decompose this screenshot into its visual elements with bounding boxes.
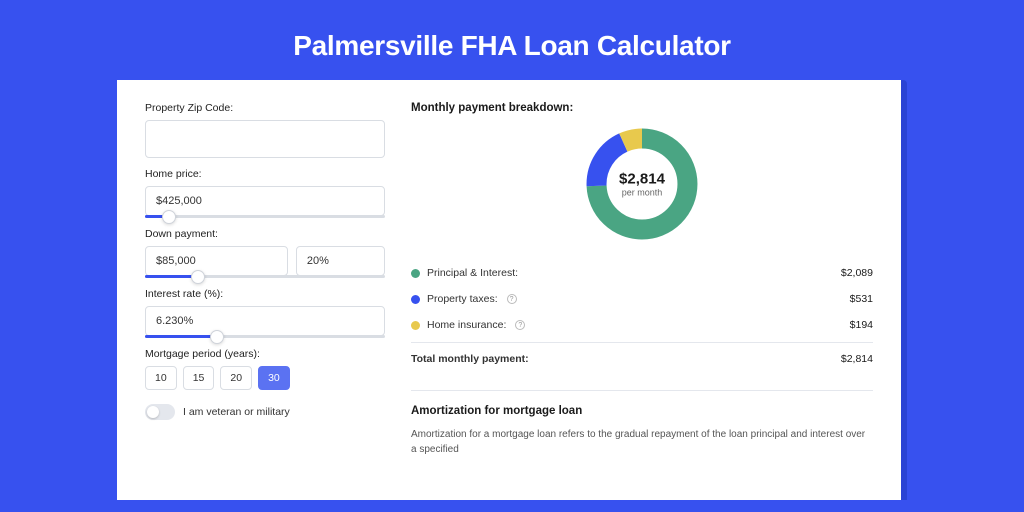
period-buttons: 10 15 20 30 (145, 366, 385, 390)
donut-chart: $2,814 per month (582, 124, 702, 244)
interest-rate-input[interactable] (145, 306, 385, 336)
veteran-toggle[interactable] (145, 404, 175, 420)
period-30-button[interactable]: 30 (258, 366, 290, 390)
slider-thumb[interactable] (210, 330, 224, 344)
donut-amount: $2,814 (619, 171, 665, 188)
legend-value: $2,089 (841, 267, 873, 279)
donut-center: $2,814 per month (619, 171, 665, 198)
donut-sub: per month (619, 188, 665, 198)
home-price-slider[interactable] (145, 215, 385, 218)
period-15-button[interactable]: 15 (183, 366, 215, 390)
legend-total: Total monthly payment: $2,814 (411, 342, 873, 372)
home-price-input[interactable] (145, 186, 385, 216)
dot-icon (411, 295, 420, 304)
zip-input[interactable] (145, 120, 385, 158)
amortization-text: Amortization for a mortgage loan refers … (411, 427, 873, 457)
zip-label: Property Zip Code: (145, 102, 385, 114)
donut-chart-wrap: $2,814 per month (411, 124, 873, 244)
mortgage-period-label: Mortgage period (years): (145, 348, 385, 360)
legend-label: Home insurance: (427, 319, 506, 331)
down-payment-slider[interactable] (145, 275, 385, 278)
veteran-label: I am veteran or military (183, 406, 290, 418)
home-price-label: Home price: (145, 168, 385, 180)
divider (411, 390, 873, 391)
legend-value: $194 (850, 319, 873, 331)
total-label: Total monthly payment: (411, 353, 529, 365)
legend-label: Principal & Interest: (427, 267, 518, 279)
home-price-group: Home price: (145, 168, 385, 218)
breakdown-title: Monthly payment breakdown: (411, 102, 873, 114)
total-value: $2,814 (841, 353, 873, 365)
legend-home-insurance: Home insurance: ? $194 (411, 312, 873, 338)
interest-rate-group: Interest rate (%): (145, 288, 385, 338)
interest-rate-slider[interactable] (145, 335, 385, 338)
legend-label: Property taxes: (427, 293, 498, 305)
veteran-row: I am veteran or military (145, 404, 385, 420)
down-payment-group: Down payment: (145, 228, 385, 278)
mortgage-period-group: Mortgage period (years): 10 15 20 30 (145, 348, 385, 390)
toggle-knob (147, 406, 159, 418)
interest-rate-label: Interest rate (%): (145, 288, 385, 300)
amortization-title: Amortization for mortgage loan (411, 405, 873, 417)
period-10-button[interactable]: 10 (145, 366, 177, 390)
info-icon[interactable]: ? (515, 320, 525, 330)
legend-principal-interest: Principal & Interest: $2,089 (411, 260, 873, 286)
info-icon[interactable]: ? (507, 294, 517, 304)
slider-thumb[interactable] (162, 210, 176, 224)
zip-group: Property Zip Code: (145, 102, 385, 158)
breakdown-column: Monthly payment breakdown: $2,814 per mo… (411, 102, 873, 500)
page-title: Palmersville FHA Loan Calculator (0, 0, 1024, 80)
slider-thumb[interactable] (191, 270, 205, 284)
calculator-card: Property Zip Code: Home price: Down paym… (117, 80, 901, 500)
down-payment-pct-input[interactable] (296, 246, 385, 276)
card-container: Property Zip Code: Home price: Down paym… (117, 80, 907, 500)
legend-property-taxes: Property taxes: ? $531 (411, 286, 873, 312)
legend-value: $531 (850, 293, 873, 305)
inputs-column: Property Zip Code: Home price: Down paym… (145, 102, 385, 500)
dot-icon (411, 269, 420, 278)
period-20-button[interactable]: 20 (220, 366, 252, 390)
down-payment-amount-input[interactable] (145, 246, 288, 276)
down-payment-label: Down payment: (145, 228, 385, 240)
dot-icon (411, 321, 420, 330)
